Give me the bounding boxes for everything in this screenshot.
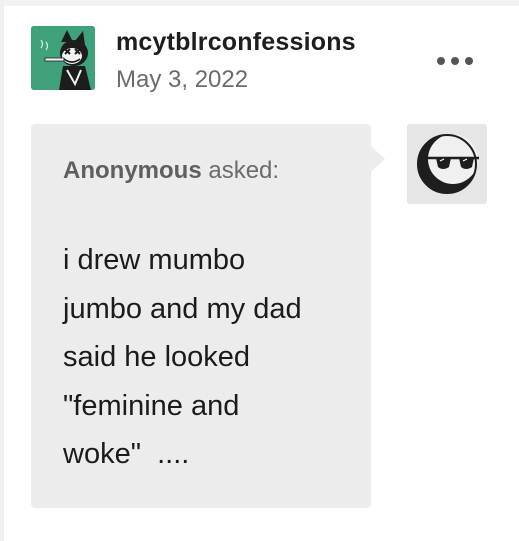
asker-line: Anonymous asked: (63, 157, 279, 185)
anonymous-avatar (407, 124, 487, 204)
blog-name-link[interactable]: mcytblrconfessions (116, 28, 356, 57)
asked-label: asked: (208, 157, 280, 184)
ask-bubble-tail (371, 146, 385, 172)
more-options-button[interactable] (432, 48, 478, 74)
question-line: said he looked (63, 341, 251, 373)
anonymous-sunglasses-icon (417, 134, 479, 194)
question-line: "feminine and (63, 389, 240, 422)
question-line: woke" .... (63, 438, 190, 470)
asker-name: Anonymous (63, 157, 202, 184)
question-line: jumbo and my dad (63, 292, 302, 325)
ask-question-text: i drew mumbo jumbo and my dad said he lo… (63, 236, 353, 479)
post-date: May 3, 2022 (116, 66, 249, 93)
blog-avatar[interactable] (31, 26, 95, 90)
post-card: mcytblrconfessions May 3, 2022 Anonymous… (0, 0, 519, 541)
question-line: i drew mumbo (63, 244, 246, 276)
cartoon-cat-avatar-icon (31, 26, 95, 90)
ellipsis-icon (437, 57, 473, 65)
